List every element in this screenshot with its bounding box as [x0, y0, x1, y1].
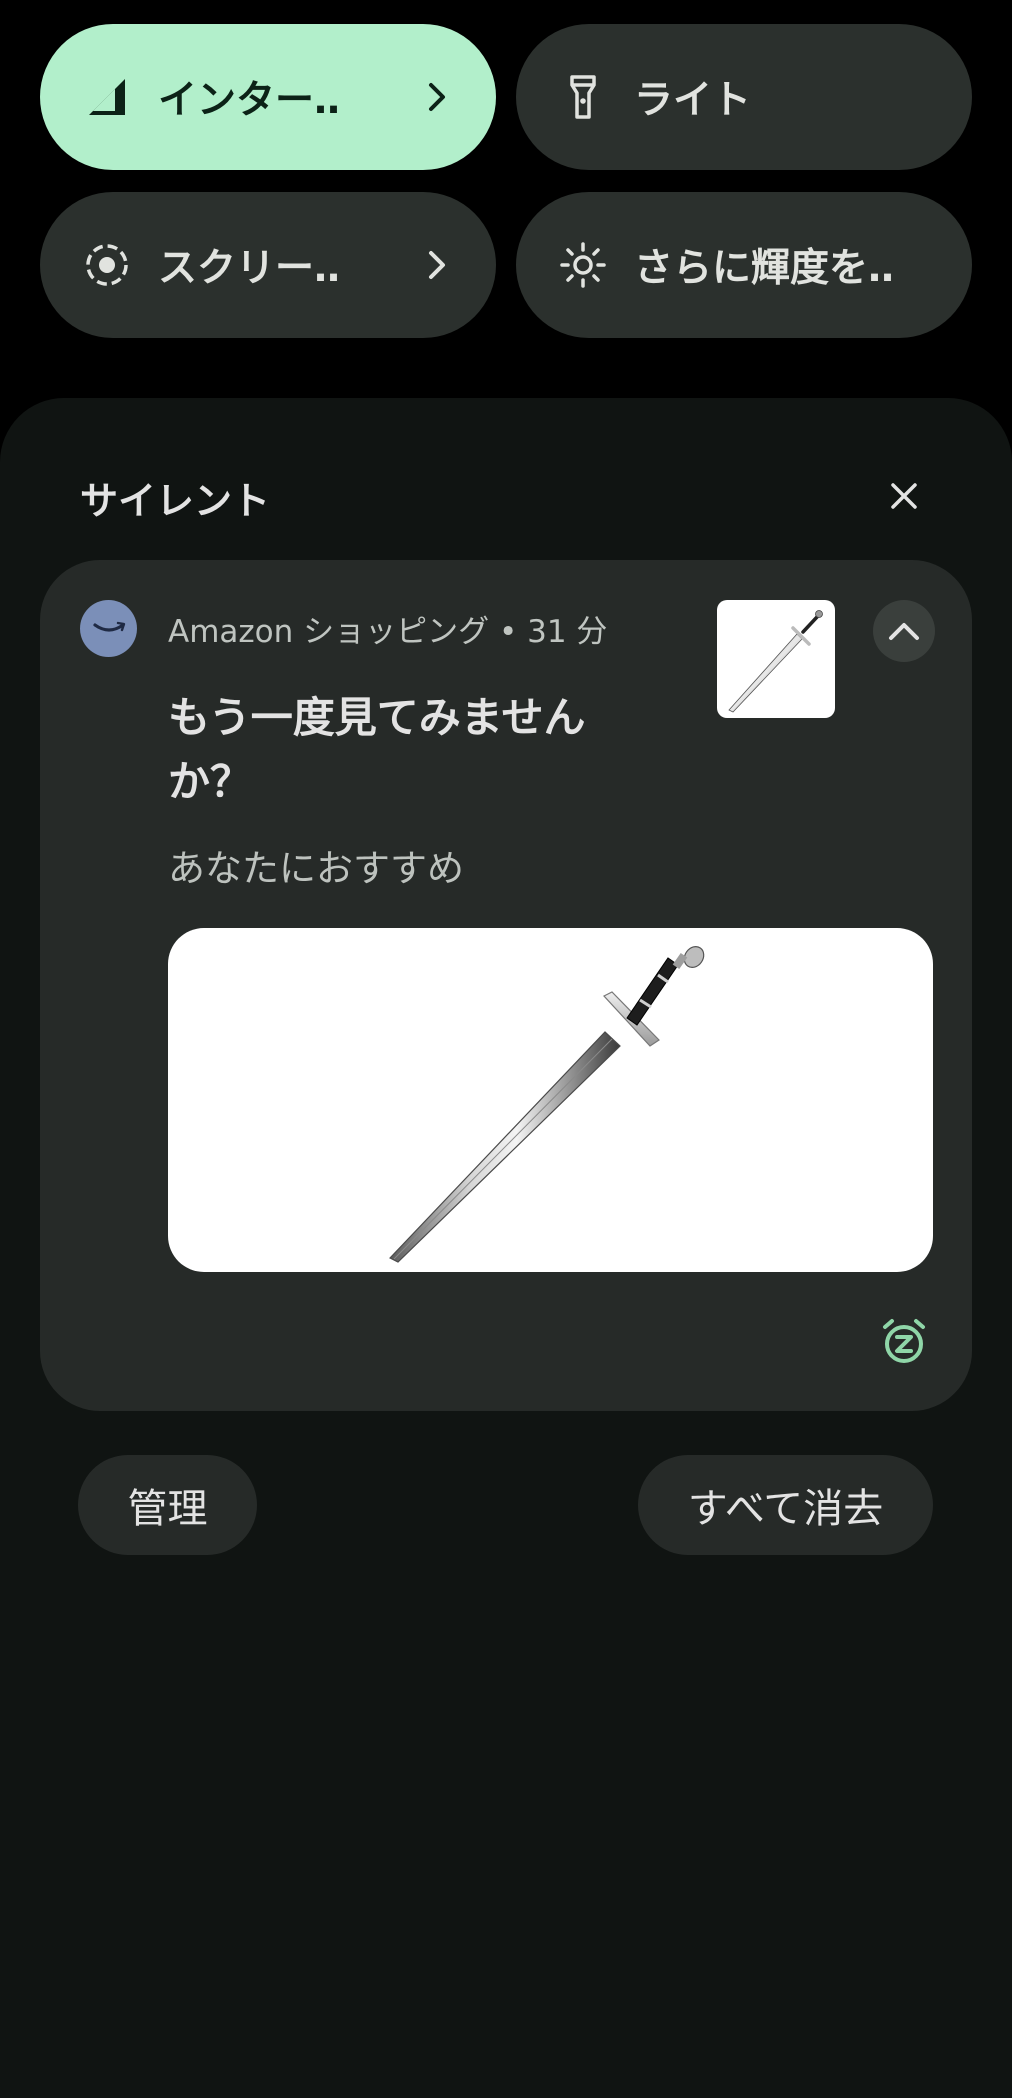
tile-label: ライト — [634, 78, 752, 123]
amazon-app-icon — [80, 600, 137, 657]
brightness-icon — [558, 240, 608, 290]
tile-label: インター‥ — [158, 78, 341, 123]
tile-extra-brightness[interactable]: さらに輝度を‥ — [516, 192, 972, 338]
clear-all-button[interactable]: すべて消去 — [638, 1455, 933, 1555]
tile-screen-record[interactable]: スクリー‥ — [40, 192, 496, 338]
chevron-right-icon — [422, 245, 452, 285]
screen-record-icon — [82, 240, 132, 290]
close-icon[interactable] — [882, 474, 926, 518]
signal-icon — [82, 72, 132, 122]
section-title-silent: サイレント — [80, 479, 271, 523]
tile-flashlight[interactable]: ライト — [516, 24, 972, 170]
tile-label: スクリー‥ — [158, 246, 341, 291]
tile-internet[interactable]: インター‥ — [40, 24, 496, 170]
sword-image[interactable] — [168, 928, 933, 1272]
manage-button[interactable]: 管理 — [78, 1455, 257, 1555]
notification-title: もう一度見てみませんか？ — [168, 693, 586, 806]
chevron-up-icon — [887, 620, 921, 642]
flashlight-icon — [558, 72, 608, 122]
notification-header: Amazon ショッピング • 31 分 — [168, 614, 608, 650]
notification-subtitle: あなたにおすすめ — [168, 847, 464, 890]
snooze-alarm-icon[interactable] — [874, 1312, 934, 1372]
collapse-button[interactable] — [873, 600, 935, 662]
chevron-right-icon — [422, 77, 452, 117]
tile-label: さらに輝度を‥ — [634, 246, 895, 291]
sword-thumbnail — [717, 600, 835, 718]
